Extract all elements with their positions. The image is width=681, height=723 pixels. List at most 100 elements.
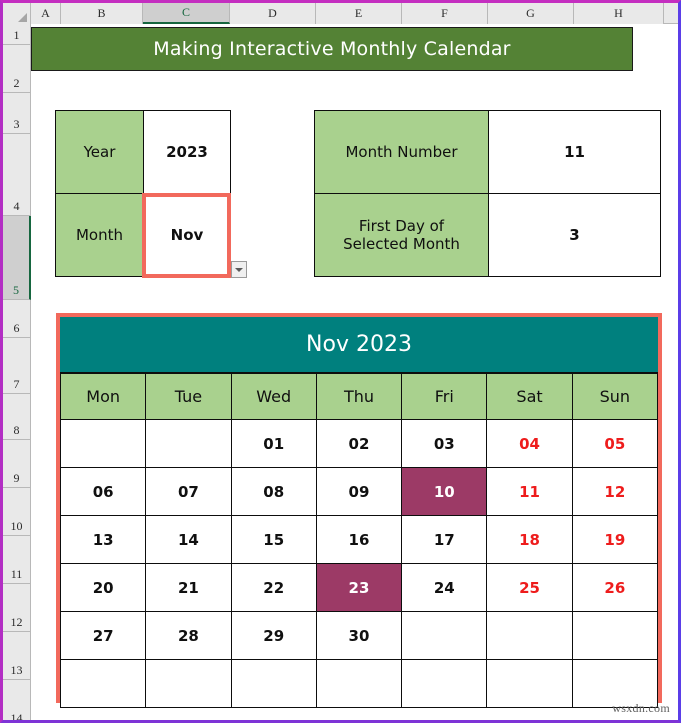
column-header-h[interactable]: H [574, 3, 664, 24]
calendar-day-cell[interactable]: 15 [230, 515, 317, 564]
first-day-value-cell[interactable]: 3 [488, 193, 661, 277]
chevron-down-icon[interactable] [231, 261, 247, 278]
calendar-day-cell[interactable]: 02 [315, 419, 403, 468]
calendar-day-cell[interactable]: 28 [145, 611, 232, 660]
calendar-day-cell[interactable]: 16 [315, 515, 403, 564]
calendar-day-cell[interactable]: 30 [315, 611, 403, 660]
row-header-8[interactable]: 8 [3, 394, 31, 440]
calendar-day-cell[interactable]: 20 [59, 563, 147, 612]
calendar-day-cell[interactable]: 04 [486, 419, 573, 468]
calendar-day-cell[interactable] [145, 659, 232, 708]
calendar-day-cell[interactable] [401, 659, 488, 708]
calendar-day-header-wed: Wed [230, 373, 317, 420]
page-title: Making Interactive Monthly Calendar [153, 38, 511, 60]
calendar-day-cell[interactable] [486, 659, 573, 708]
column-header-a[interactable]: A [31, 3, 61, 24]
column-header-d[interactable]: D [230, 3, 316, 24]
calendar-inner: Nov 2023 Mon Tue Wed Thu Fri Sat Sun 01 02 03 04 0… [59, 317, 659, 708]
calendar-day-cell[interactable]: 19 [571, 515, 659, 564]
row-header-2[interactable]: 2 [3, 45, 31, 93]
month-info-table: Month Number 11 First Day of Selected Mo… [314, 110, 661, 277]
row-header-3[interactable]: 3 [3, 93, 31, 134]
table-row: First Day of Selected Month 3 [314, 193, 661, 277]
calendar-week-row: 06 07 08 09 10 11 12 [59, 467, 659, 516]
calendar-day-header-fri: Fri [401, 373, 488, 420]
month-label-cell: Month [55, 193, 144, 277]
calendar-week-row [59, 659, 659, 708]
calendar-day-cell[interactable]: 11 [486, 467, 573, 516]
row-header-11[interactable]: 11 [3, 536, 31, 584]
row-header-14[interactable]: 14 [3, 680, 31, 720]
column-header-b[interactable]: B [61, 3, 143, 24]
calendar-day-header-tue: Tue [145, 373, 232, 420]
calendar-day-cell[interactable] [571, 611, 659, 660]
calendar-day-cell[interactable]: 10 [401, 467, 488, 516]
calendar-header-row: Mon Tue Wed Thu Fri Sat Sun [59, 373, 659, 420]
first-day-label-cell: First Day of Selected Month [314, 193, 489, 277]
calendar-title: Nov 2023 [60, 317, 658, 373]
calendar-day-cell[interactable] [315, 659, 403, 708]
row-header-5[interactable]: 5 [3, 216, 31, 300]
calendar-day-cell[interactable]: 07 [145, 467, 232, 516]
calendar-day-cell[interactable]: 26 [571, 563, 659, 612]
calendar-day-cell[interactable]: 01 [230, 419, 317, 468]
chevron-down-glyph [235, 267, 243, 272]
month-value-cell[interactable]: Nov [143, 193, 231, 277]
select-all-triangle-icon [18, 13, 27, 22]
calendar-week-row: 20 21 22 23 24 25 26 [59, 563, 659, 612]
calendar-week-row: 27 28 29 30 [59, 611, 659, 660]
first-day-label-line2: Selected Month [343, 235, 460, 253]
month-number-value-cell[interactable]: 11 [488, 110, 661, 194]
column-header-f[interactable]: F [402, 3, 488, 24]
calendar-grid: Mon Tue Wed Thu Fri Sat Sun 01 02 03 04 05 06 07 08 09… [59, 373, 659, 708]
calendar-day-cell[interactable] [230, 659, 317, 708]
calendar-day-header-thu: Thu [315, 373, 403, 420]
calendar-day-cell[interactable]: 08 [230, 467, 317, 516]
calendar-day-cell[interactable]: 21 [145, 563, 232, 612]
calendar-week-row: 13 14 15 16 17 18 19 [59, 515, 659, 564]
calendar-day-cell[interactable]: 12 [571, 467, 659, 516]
column-header-g[interactable]: G [488, 3, 574, 24]
row-header-9[interactable]: 9 [3, 440, 31, 488]
row-header-1[interactable]: 1 [3, 24, 31, 45]
calendar-day-cell[interactable]: 13 [59, 515, 147, 564]
row-header-13[interactable]: 13 [3, 632, 31, 680]
calendar-day-header-mon: Mon [59, 373, 147, 420]
row-header-6[interactable]: 6 [3, 300, 31, 338]
calendar-day-cell[interactable] [486, 611, 573, 660]
first-day-label-line1: First Day of [358, 217, 445, 235]
year-label-cell: Year [55, 110, 144, 194]
calendar-day-cell[interactable]: 09 [315, 467, 403, 516]
calendar-day-cell[interactable] [401, 611, 488, 660]
calendar-day-cell[interactable] [59, 419, 147, 468]
select-all-corner[interactable] [3, 3, 31, 24]
calendar-week-row: 01 02 03 04 05 [59, 419, 659, 468]
calendar-day-cell[interactable]: 23 [315, 563, 403, 612]
calendar-day-cell[interactable]: 18 [486, 515, 573, 564]
row-header-10[interactable]: 10 [3, 488, 31, 536]
calendar-day-cell[interactable] [145, 419, 232, 468]
calendar-day-cell[interactable]: 14 [145, 515, 232, 564]
calendar-day-cell[interactable]: 27 [59, 611, 147, 660]
calendar-day-cell[interactable]: 03 [401, 419, 488, 468]
calendar-body: 01 02 03 04 05 06 07 08 09 10 11 12 13 14 15 16 17 18 19 20… [59, 419, 659, 708]
calendar-day-cell[interactable]: 17 [401, 515, 488, 564]
column-header-row: ABCDEFGH [3, 3, 678, 24]
calendar-day-cell[interactable]: 06 [59, 467, 147, 516]
calendar-head: Mon Tue Wed Thu Fri Sat Sun [59, 373, 659, 420]
year-value-cell[interactable]: 2023 [143, 110, 231, 194]
calendar-day-cell[interactable]: 05 [571, 419, 659, 468]
table-row: Month Nov [55, 193, 231, 277]
column-header-c[interactable]: C [143, 3, 230, 24]
calendar-day-cell[interactable]: 25 [486, 563, 573, 612]
table-row: Month Number 11 [314, 110, 661, 194]
row-header-12[interactable]: 12 [3, 584, 31, 632]
row-header-4[interactable]: 4 [3, 134, 31, 216]
calendar-day-cell[interactable]: 22 [230, 563, 317, 612]
row-header-7[interactable]: 7 [3, 338, 31, 394]
calendar-container: Nov 2023 Mon Tue Wed Thu Fri Sat Sun 01 02 03 04 0… [56, 313, 662, 708]
calendar-day-cell[interactable]: 29 [230, 611, 317, 660]
calendar-day-cell[interactable] [59, 659, 147, 708]
calendar-day-cell[interactable]: 24 [401, 563, 488, 612]
column-header-e[interactable]: E [316, 3, 402, 24]
